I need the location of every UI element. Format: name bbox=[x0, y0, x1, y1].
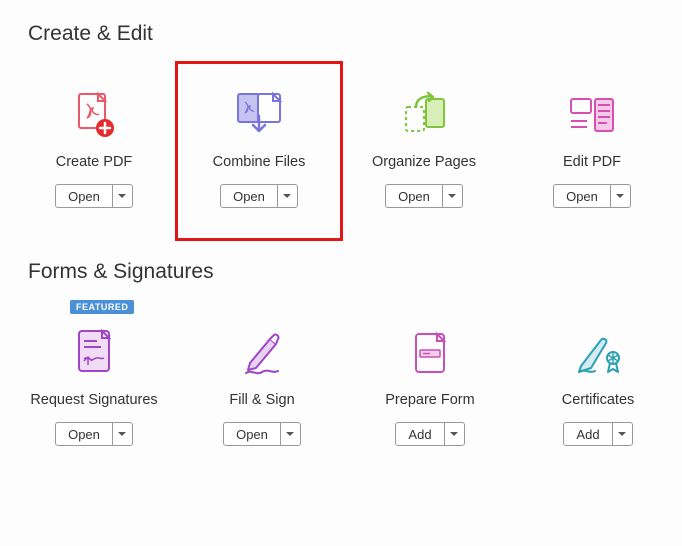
dropdown-icon[interactable] bbox=[112, 185, 132, 207]
dropdown-icon[interactable] bbox=[610, 185, 630, 207]
button-label: Open bbox=[554, 185, 610, 207]
dropdown-icon[interactable] bbox=[112, 423, 132, 445]
dropdown-icon[interactable] bbox=[280, 423, 300, 445]
tool-card-prepare-form[interactable]: Prepare Form Add bbox=[346, 302, 514, 476]
organize-pages-icon bbox=[396, 82, 452, 148]
button-label: Open bbox=[56, 185, 112, 207]
button-label: Add bbox=[564, 423, 611, 445]
section-title-forms-signatures: Forms & Signatures bbox=[28, 260, 682, 284]
add-button[interactable]: Add bbox=[563, 422, 632, 446]
add-button[interactable]: Add bbox=[395, 422, 464, 446]
certificates-icon bbox=[571, 320, 625, 386]
open-button[interactable]: Open bbox=[385, 184, 463, 208]
dropdown-icon[interactable] bbox=[444, 423, 464, 445]
button-label: Open bbox=[56, 423, 112, 445]
tool-grid-forms-signatures: FEATURED Request Signatures Open bbox=[0, 302, 682, 476]
tool-label: Organize Pages bbox=[372, 154, 476, 170]
tool-label: Combine Files bbox=[213, 154, 306, 170]
tool-card-combine-files[interactable]: Combine Files Open bbox=[175, 61, 343, 241]
fill-sign-icon bbox=[236, 320, 288, 386]
tool-card-organize-pages[interactable]: Organize Pages Open bbox=[340, 64, 508, 238]
dropdown-icon[interactable] bbox=[277, 185, 297, 207]
dropdown-icon[interactable] bbox=[612, 423, 632, 445]
prepare-form-icon bbox=[408, 320, 452, 386]
tool-label: Create PDF bbox=[56, 154, 133, 170]
featured-badge: FEATURED bbox=[70, 300, 134, 314]
button-label: Open bbox=[386, 185, 442, 207]
tool-card-certificates[interactable]: Certificates Add bbox=[514, 302, 682, 476]
tool-grid-create-edit: Create PDF Open Combine Files Open bbox=[0, 64, 682, 238]
button-label: Add bbox=[396, 423, 443, 445]
section-title-create-edit: Create & Edit bbox=[28, 22, 682, 46]
combine-files-icon bbox=[230, 82, 288, 148]
open-button[interactable]: Open bbox=[553, 184, 631, 208]
create-pdf-icon bbox=[67, 82, 121, 148]
tool-label: Prepare Form bbox=[385, 392, 474, 408]
tool-card-edit-pdf[interactable]: Edit PDF Open bbox=[508, 64, 676, 238]
open-button[interactable]: Open bbox=[55, 422, 133, 446]
dropdown-icon[interactable] bbox=[442, 185, 462, 207]
tool-label: Fill & Sign bbox=[229, 392, 294, 408]
tool-label: Request Signatures bbox=[30, 392, 157, 408]
open-button[interactable]: Open bbox=[220, 184, 298, 208]
tool-label: Certificates bbox=[562, 392, 635, 408]
tool-label: Edit PDF bbox=[563, 154, 621, 170]
request-signatures-icon bbox=[71, 320, 117, 386]
open-button[interactable]: Open bbox=[223, 422, 301, 446]
button-label: Open bbox=[221, 185, 277, 207]
tool-card-create-pdf[interactable]: Create PDF Open bbox=[10, 64, 178, 238]
button-label: Open bbox=[224, 423, 280, 445]
tool-card-fill-sign[interactable]: Fill & Sign Open bbox=[178, 302, 346, 476]
open-button[interactable]: Open bbox=[55, 184, 133, 208]
edit-pdf-icon bbox=[567, 82, 617, 148]
tool-card-request-signatures[interactable]: FEATURED Request Signatures Open bbox=[10, 302, 178, 476]
